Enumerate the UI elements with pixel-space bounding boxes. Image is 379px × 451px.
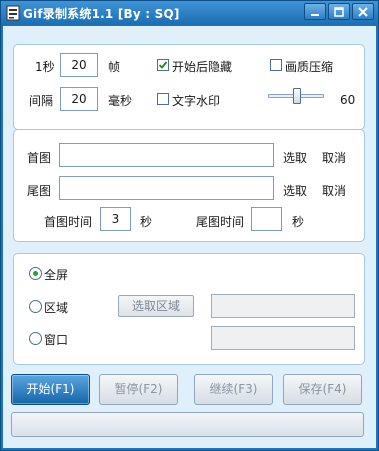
watermark-label[interactable]: 文字水印 bbox=[172, 92, 220, 109]
capture-area-group: 全屏 区域 选取区域 窗口 bbox=[13, 253, 365, 365]
image-settings-group: 首图 选取 取消 尾图 选取 取消 首图时间 3 秒 尾图时间 秒 bbox=[13, 129, 365, 242]
last-image-label: 尾图 bbox=[27, 184, 52, 198]
last-image-time-input[interactable] bbox=[251, 207, 282, 231]
window-label[interactable]: 窗口 bbox=[44, 331, 68, 348]
close-button[interactable] bbox=[352, 3, 374, 20]
region-input[interactable] bbox=[211, 294, 355, 318]
progress-bar bbox=[11, 412, 364, 437]
last-image-time-unit: 秒 bbox=[292, 215, 305, 229]
app-window: Gif录制系统1.1 [By : SQ] 1秒 20 帧 开始后隐藏 画质压缩 bbox=[0, 0, 379, 451]
interval-label: 间隔 bbox=[29, 94, 54, 108]
quality-slider-thumb[interactable] bbox=[292, 88, 301, 104]
interval-unit-label: 毫秒 bbox=[108, 94, 133, 108]
hide-on-start-label[interactable]: 开始后隐藏 bbox=[172, 58, 232, 75]
first-image-select-link[interactable]: 选取 bbox=[283, 149, 307, 166]
window-input[interactable] bbox=[211, 326, 355, 350]
maximize-icon bbox=[334, 6, 344, 17]
window-title: Gif录制系统1.1 [By : SQ] bbox=[23, 7, 180, 21]
window-controls bbox=[302, 3, 374, 21]
first-image-time-label: 首图时间 bbox=[44, 215, 93, 229]
watermark-checkbox[interactable] bbox=[157, 93, 169, 105]
frame-settings-group: 1秒 20 帧 开始后隐藏 画质压缩 间隔 20 毫秒 文字水印 60 bbox=[13, 44, 365, 130]
app-icon bbox=[6, 5, 20, 21]
checkmark-icon bbox=[158, 61, 168, 69]
pause-button[interactable]: 暂停(F2) bbox=[99, 374, 178, 405]
first-image-time-unit: 秒 bbox=[140, 215, 153, 229]
select-region-button[interactable]: 选取区域 bbox=[118, 295, 194, 317]
minimize-button[interactable] bbox=[304, 3, 326, 20]
compress-checkbox[interactable] bbox=[270, 59, 282, 71]
start-button[interactable]: 开始(F1) bbox=[11, 374, 90, 405]
radio-selected-dot bbox=[33, 271, 38, 276]
minimize-icon bbox=[311, 13, 319, 16]
fps-unit-label: 帧 bbox=[108, 60, 121, 74]
save-button[interactable]: 保存(F4) bbox=[283, 374, 362, 405]
interval-input[interactable]: 20 bbox=[60, 87, 98, 111]
fullscreen-radio[interactable] bbox=[29, 267, 42, 280]
first-image-cancel-link[interactable]: 取消 bbox=[322, 149, 346, 166]
region-label[interactable]: 区域 bbox=[44, 299, 68, 316]
window-radio[interactable] bbox=[29, 332, 42, 345]
maximize-button[interactable] bbox=[328, 3, 350, 20]
last-image-select-link[interactable]: 选取 bbox=[283, 182, 307, 199]
title-bar[interactable]: Gif录制系统1.1 [By : SQ] bbox=[1, 1, 378, 25]
fps-prefix-label: 1秒 bbox=[35, 60, 55, 74]
first-image-input[interactable] bbox=[59, 143, 274, 167]
quality-value: 60 bbox=[340, 93, 356, 107]
last-image-input[interactable] bbox=[59, 176, 274, 200]
region-radio[interactable] bbox=[29, 300, 42, 313]
first-image-label: 首图 bbox=[27, 151, 52, 165]
last-image-cancel-link[interactable]: 取消 bbox=[322, 182, 346, 199]
last-image-time-label: 尾图时间 bbox=[196, 215, 245, 229]
first-image-time-input[interactable]: 3 bbox=[100, 207, 131, 231]
continue-button[interactable]: 继续(F3) bbox=[194, 374, 273, 405]
close-icon bbox=[358, 6, 368, 17]
hide-on-start-checkbox[interactable] bbox=[157, 59, 169, 71]
fullscreen-label[interactable]: 全屏 bbox=[44, 266, 68, 283]
client-area: 1秒 20 帧 开始后隐藏 画质压缩 间隔 20 毫秒 文字水印 60 首图 选… bbox=[3, 26, 376, 448]
fps-input[interactable]: 20 bbox=[60, 53, 98, 77]
compress-label[interactable]: 画质压缩 bbox=[285, 58, 333, 75]
